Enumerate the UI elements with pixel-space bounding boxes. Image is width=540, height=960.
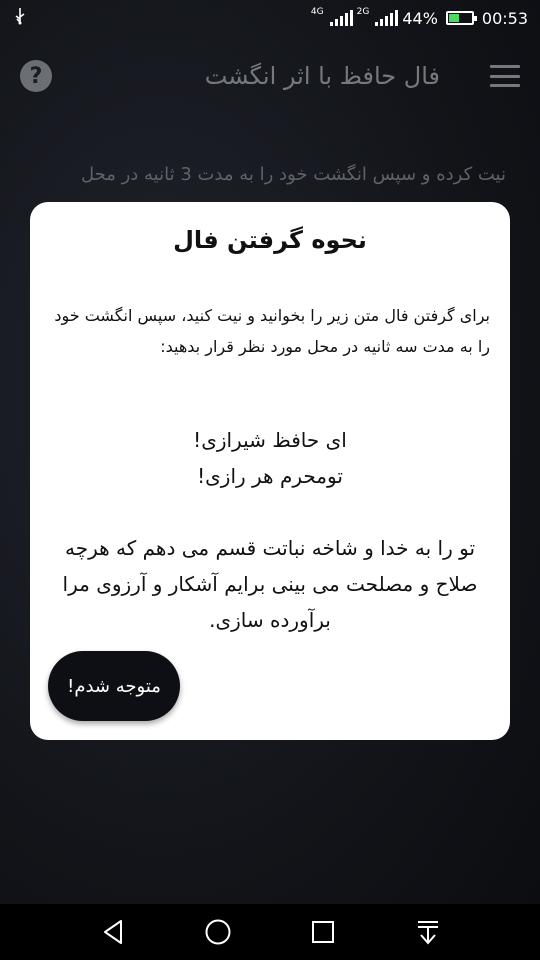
network-2g-label: 2G	[356, 7, 370, 17]
clock: 00:53	[481, 8, 528, 28]
understood-button[interactable]: متوجه شدم!	[48, 651, 180, 721]
network-4g-label: 4G	[310, 7, 324, 17]
recents-icon[interactable]	[303, 912, 343, 952]
page-title: فال حافظ با اثر انگشت	[204, 62, 440, 90]
prayer-text: تو را به خدا و شاخه نباتت قسم می دهم که …	[62, 536, 478, 632]
poem: ای حافظ شیرازی! تومحرم هر رازی!	[30, 422, 510, 494]
home-icon[interactable]	[198, 912, 238, 952]
help-icon[interactable]: ?	[20, 60, 52, 92]
dialog-instructions: برای گرفتن فال متن زیر را بخوانید و نیت …	[54, 306, 490, 356]
signal-strength-icon-2	[375, 10, 399, 26]
app-screen: 4G 2G 44% 00:53 ? فال حافظ با اثر انگشت …	[0, 0, 540, 960]
usb-icon	[12, 7, 28, 29]
poem-line-1: ای حافظ شیرازی!	[193, 428, 347, 452]
background-instruction-text: نیت کرده و سپس انگشت خود را به مدت 3 ثان…	[80, 164, 506, 185]
how-to-dialog: نحوه گرفتن فال برای گرفتن فال متن زیر را…	[30, 202, 510, 740]
battery-icon	[445, 11, 477, 25]
hamburger-menu-icon[interactable]	[490, 65, 520, 87]
battery-fill	[448, 14, 460, 22]
app-bar: ? فال حافظ با اثر انگشت	[0, 36, 540, 116]
notification-pull-icon[interactable]	[408, 912, 448, 952]
dialog-title: نحوه گرفتن فال	[173, 226, 367, 254]
system-nav-bar	[0, 904, 540, 960]
poem-line-2: تومحرم هر رازی!	[197, 464, 343, 488]
back-icon[interactable]	[93, 912, 133, 952]
signal-strength-icon	[329, 10, 353, 26]
battery-percent: 44%	[402, 8, 438, 28]
status-bar: 4G 2G 44% 00:53	[0, 0, 540, 36]
